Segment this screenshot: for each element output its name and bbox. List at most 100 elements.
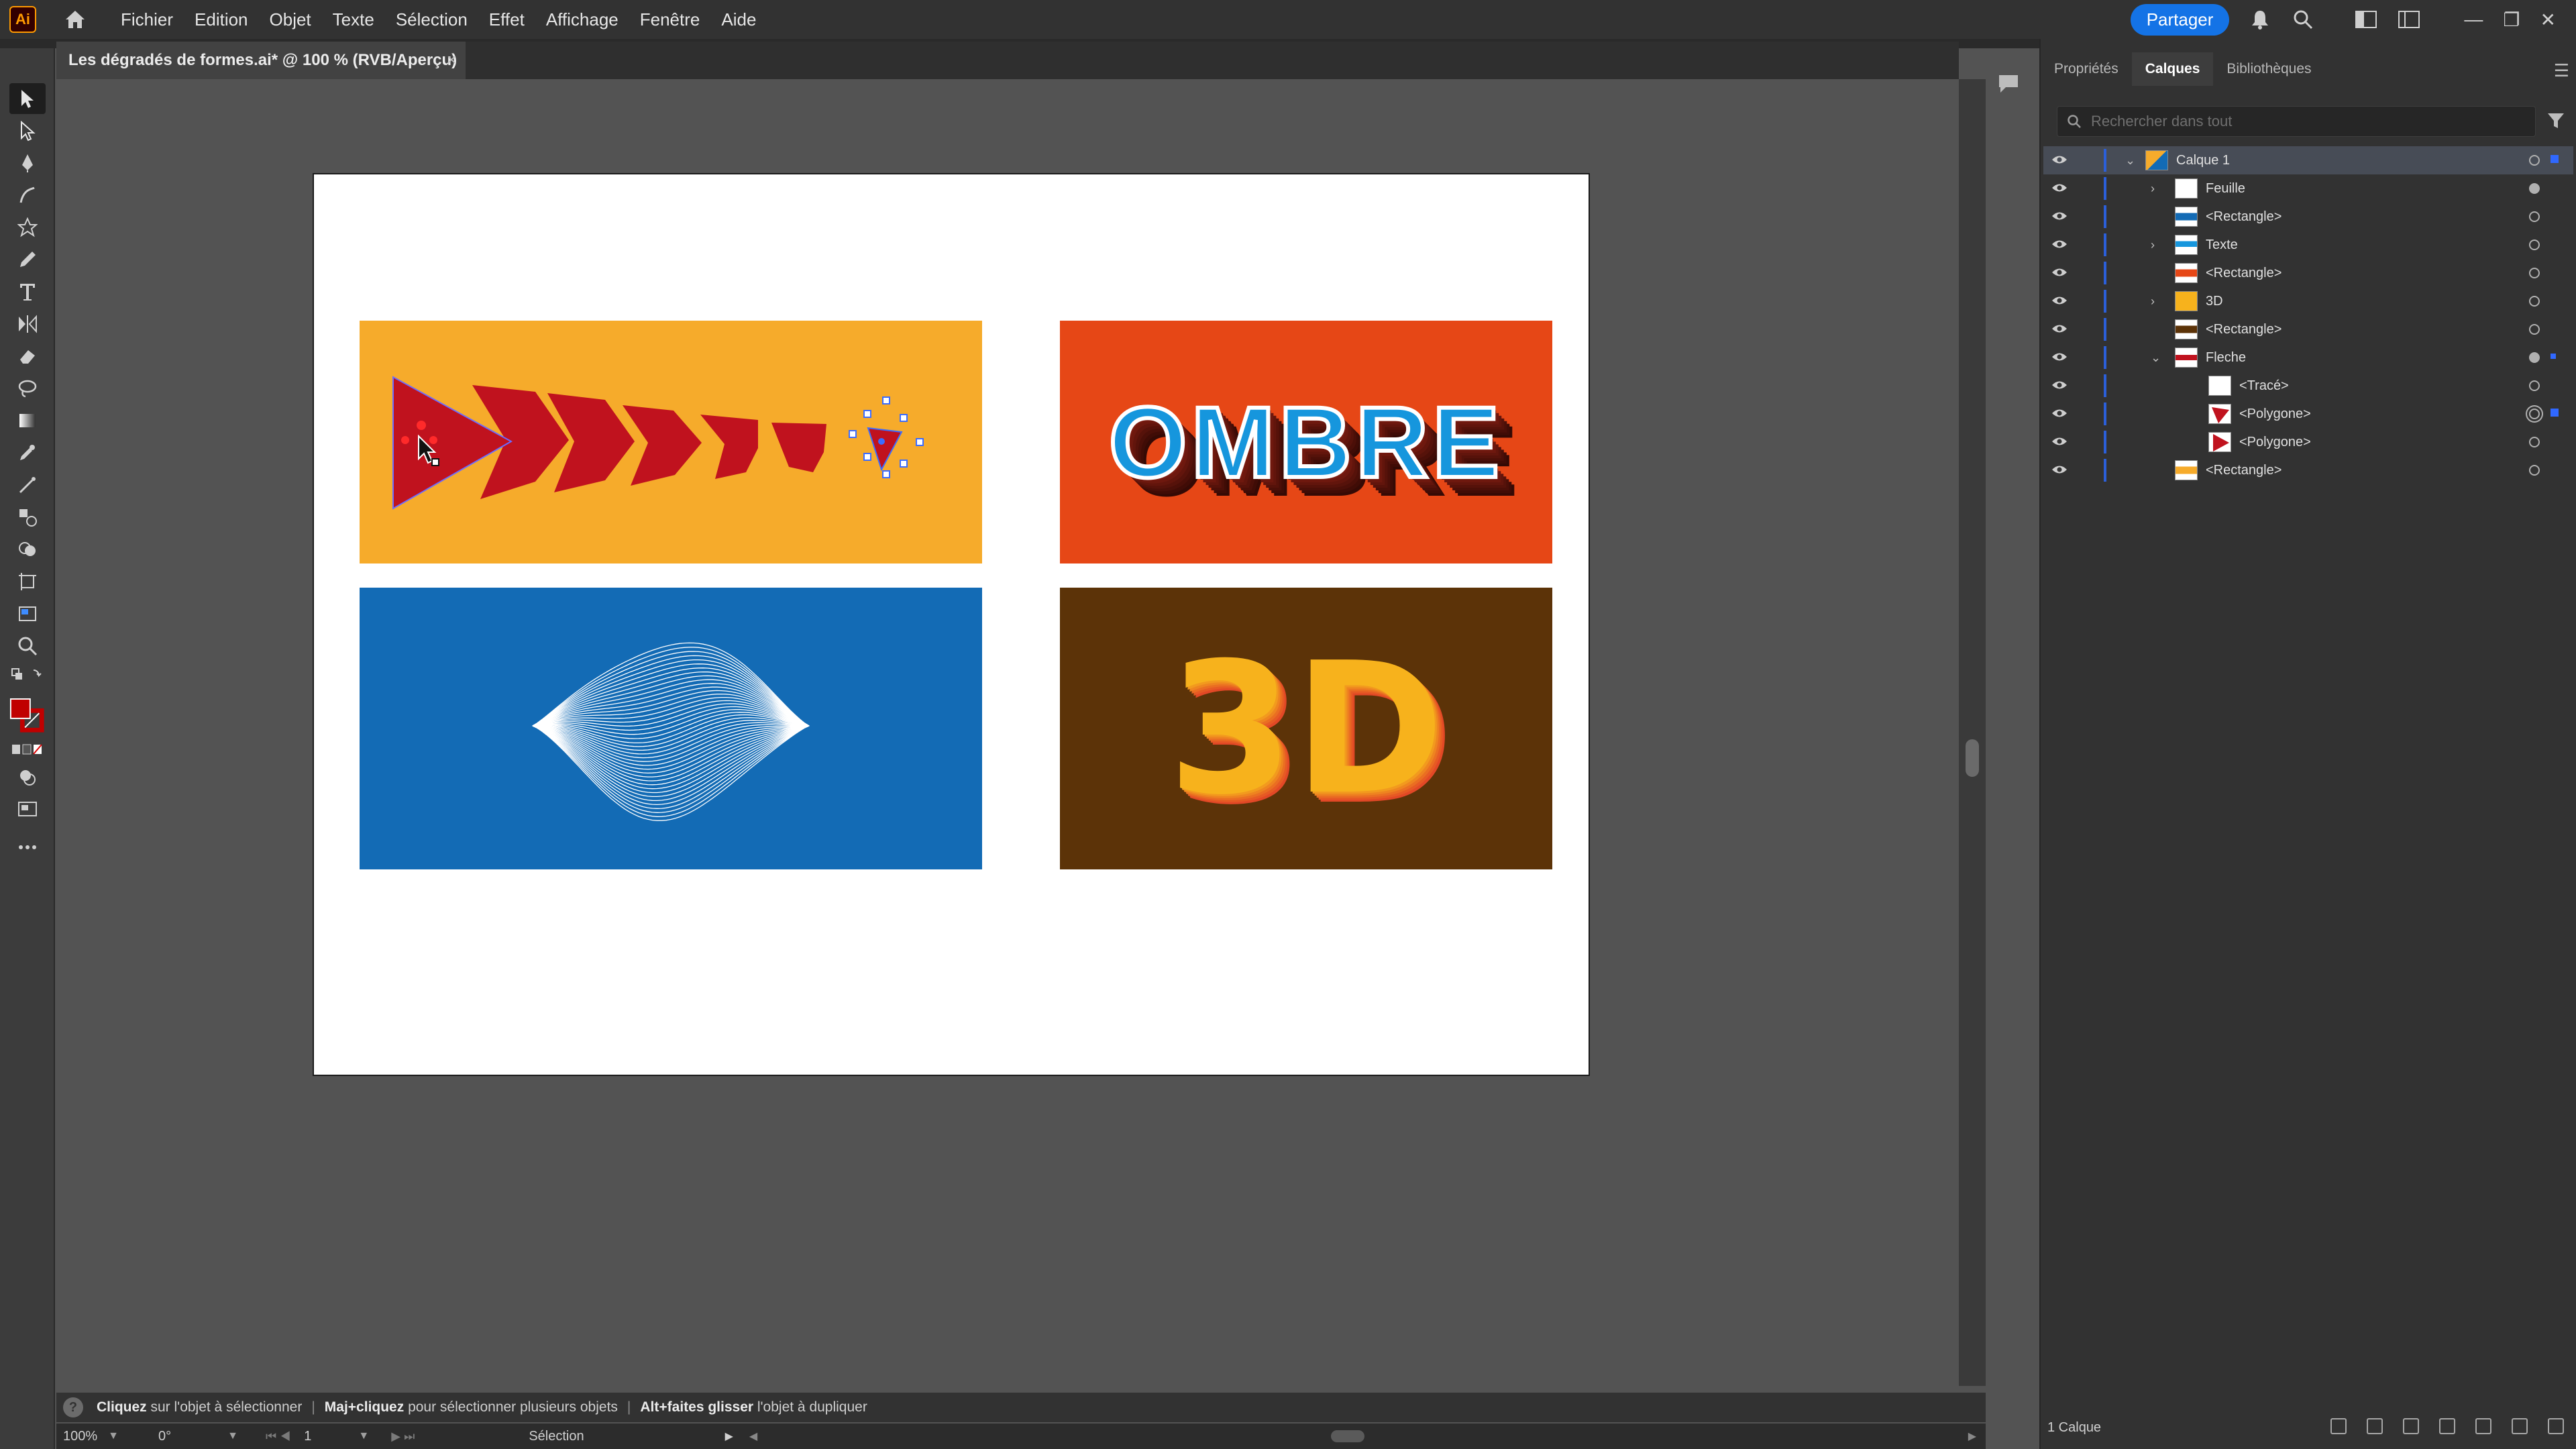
curvature-tool-icon[interactable] xyxy=(9,180,46,211)
visibility-eye-icon[interactable] xyxy=(2051,351,2068,367)
layer-row-trace[interactable]: <Tracé> xyxy=(2043,372,2573,400)
layer-name[interactable]: <Rectangle> xyxy=(2206,209,2282,225)
chevron-down-icon[interactable]: ⌄ xyxy=(2125,154,2135,168)
make-clipping-mask-icon[interactable] xyxy=(2439,1418,2455,1434)
measure-tool-icon[interactable] xyxy=(9,470,46,500)
layers-search[interactable] xyxy=(2057,106,2536,137)
menu-affichage[interactable]: Affichage xyxy=(546,9,619,30)
close-tab-icon[interactable]: × xyxy=(447,51,456,70)
three-d-text[interactable]: 3D xyxy=(1060,588,1552,869)
layer-row-rectangle[interactable]: <Rectangle> xyxy=(2043,315,2573,343)
more-tools-icon[interactable] xyxy=(9,832,46,863)
target-icon[interactable] xyxy=(2529,465,2540,476)
menu-fenetre[interactable]: Fenêtre xyxy=(640,9,700,30)
shape-builder-tool-icon[interactable] xyxy=(9,534,46,565)
panel-menu-icon[interactable]: ☰ xyxy=(2554,60,2569,81)
status-mode[interactable]: Sélection xyxy=(529,1429,584,1444)
direct-selection-tool-icon[interactable] xyxy=(9,115,46,146)
selection-tool-icon[interactable] xyxy=(9,83,46,114)
layer-row-rectangle[interactable]: <Rectangle> xyxy=(2043,259,2573,287)
print-tiling-tool-icon[interactable] xyxy=(9,598,46,629)
layer-name[interactable]: Calque 1 xyxy=(2176,153,2230,168)
blend-tool-icon[interactable] xyxy=(9,502,46,533)
bell-icon[interactable] xyxy=(2245,5,2275,34)
layer-name[interactable]: Texte xyxy=(2206,237,2238,253)
default-colors-icon[interactable] xyxy=(9,665,46,686)
close-window-icon[interactable]: ✕ xyxy=(2540,9,2556,31)
wave-blend-card[interactable] xyxy=(360,588,982,869)
target-icon[interactable] xyxy=(2529,324,2540,335)
share-button[interactable]: Partager xyxy=(2130,3,2230,36)
chevron-down-icon[interactable]: ▼ xyxy=(227,1430,238,1442)
visibility-eye-icon[interactable] xyxy=(2051,435,2068,451)
drawing-modes-icon[interactable] xyxy=(9,762,46,793)
collect-for-export-icon[interactable] xyxy=(2367,1418,2383,1434)
menu-selection[interactable]: Sélection xyxy=(396,9,468,30)
tab-bibliotheques[interactable]: Bibliothèques xyxy=(2213,52,2324,86)
layer-name[interactable]: <Rectangle> xyxy=(2206,322,2282,337)
delete-layer-icon[interactable] xyxy=(2548,1418,2564,1434)
target-icon[interactable] xyxy=(2529,239,2540,250)
status-menu-arrow[interactable]: ▶ xyxy=(725,1430,733,1443)
layer-row-texte[interactable]: › Texte xyxy=(2043,231,2573,259)
chevron-right-icon[interactable]: › xyxy=(2151,294,2155,309)
workspace-icon[interactable] xyxy=(2351,5,2381,34)
target-icon[interactable] xyxy=(2529,268,2540,278)
chevron-down-icon[interactable]: ⌄ xyxy=(2151,351,2161,365)
canvas-area[interactable]: OMBRE 3D xyxy=(56,79,1959,1386)
layer-name[interactable]: 3D xyxy=(2206,294,2223,309)
arrow-shape-5[interactable] xyxy=(700,415,758,479)
layer-row-rectangle[interactable]: <Rectangle> xyxy=(2043,456,2573,484)
gradient-tool-icon[interactable] xyxy=(9,405,46,436)
visibility-eye-icon[interactable] xyxy=(2051,407,2068,423)
scroll-thumb[interactable] xyxy=(1966,739,1979,777)
gradient-arrow-card[interactable] xyxy=(360,321,982,564)
comments-icon[interactable] xyxy=(1998,74,2019,97)
menu-fichier[interactable]: Fichier xyxy=(121,9,173,30)
pen-tool-icon[interactable] xyxy=(9,148,46,178)
target-icon[interactable] xyxy=(2529,409,2540,419)
export-for-screens-icon[interactable] xyxy=(2330,1418,2347,1434)
visibility-eye-icon[interactable] xyxy=(2051,154,2068,170)
visibility-eye-icon[interactable] xyxy=(2051,266,2068,282)
artboard-nav-next[interactable]: ▶ ⏭ xyxy=(391,1430,415,1444)
color-mode-icons[interactable] xyxy=(9,739,46,759)
chevron-right-icon[interactable]: › xyxy=(2151,182,2155,196)
zoom-field[interactable]: 100% ▼ xyxy=(63,1429,150,1444)
layer-name[interactable]: Fleche xyxy=(2206,350,2246,366)
target-icon[interactable] xyxy=(2529,155,2540,166)
layer-row-feuille[interactable]: › Feuille xyxy=(2043,174,2573,203)
menu-effet[interactable]: Effet xyxy=(489,9,525,30)
layers-search-input[interactable] xyxy=(2091,113,2493,130)
target-icon[interactable] xyxy=(2529,380,2540,391)
fill-stroke-swatch[interactable] xyxy=(9,696,46,737)
filter-icon[interactable] xyxy=(2546,111,2565,133)
layer-row-polygone-selected[interactable]: <Polygone> xyxy=(2043,400,2573,428)
vertical-scrollbar[interactable] xyxy=(1959,79,1986,1386)
horizontal-scroll-thumb[interactable] xyxy=(1331,1430,1364,1442)
layer-name[interactable]: Feuille xyxy=(2206,181,2245,197)
hscroll-left-arrow[interactable]: ◀ xyxy=(749,1430,757,1443)
visibility-eye-icon[interactable] xyxy=(2051,323,2068,339)
hscroll-right-arrow[interactable]: ▶ xyxy=(1968,1430,1976,1443)
locate-object-icon[interactable] xyxy=(2403,1418,2419,1434)
chevron-down-icon[interactable]: ▼ xyxy=(108,1430,119,1442)
visibility-eye-icon[interactable] xyxy=(2051,294,2068,311)
selected-polygon[interactable] xyxy=(867,427,903,472)
chevron-down-icon[interactable]: ▼ xyxy=(358,1430,369,1442)
menu-texte[interactable]: Texte xyxy=(333,9,374,30)
arrow-shape-4[interactable] xyxy=(623,405,702,486)
zoom-tool-icon[interactable] xyxy=(9,631,46,661)
help-icon[interactable]: ? xyxy=(63,1397,83,1417)
layer-row-fleche[interactable]: ⌄ Fleche xyxy=(2043,343,2573,372)
visibility-eye-icon[interactable] xyxy=(2051,210,2068,226)
layer-name[interactable]: <Rectangle> xyxy=(2206,463,2282,478)
new-layer-icon[interactable] xyxy=(2512,1418,2528,1434)
layer-name[interactable]: <Rectangle> xyxy=(2206,266,2282,281)
arrange-documents-icon[interactable] xyxy=(2394,5,2424,34)
layer-row-3d[interactable]: › 3D xyxy=(2043,287,2573,315)
search-icon[interactable] xyxy=(2288,5,2318,34)
layer-name[interactable]: <Polygone> xyxy=(2239,407,2311,422)
ombre-card[interactable]: OMBRE xyxy=(1060,321,1552,564)
eraser-tool-icon[interactable] xyxy=(9,341,46,372)
